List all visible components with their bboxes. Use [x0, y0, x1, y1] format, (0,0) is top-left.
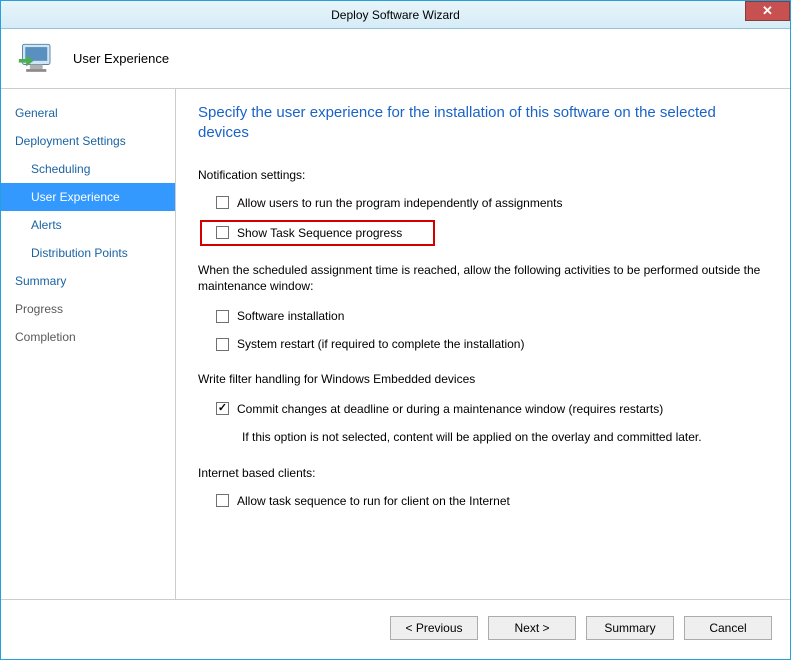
system-restart-checkbox[interactable]	[216, 338, 229, 351]
close-icon: ✕	[762, 3, 773, 19]
show-task-sequence-checkbox[interactable]	[216, 226, 229, 239]
write-filter-label: Write filter handling for Windows Embedd…	[198, 371, 768, 388]
sidebar-item-alerts[interactable]: Alerts	[1, 211, 175, 239]
cancel-button[interactable]: Cancel	[684, 616, 772, 640]
page-title: User Experience	[73, 51, 169, 66]
allow-users-checkbox[interactable]	[216, 196, 229, 209]
allow-internet-label: Allow task sequence to run for client on…	[237, 494, 510, 508]
window-title: Deploy Software Wizard	[1, 8, 790, 22]
summary-button[interactable]: Summary	[586, 616, 674, 640]
content-heading: Specify the user experience for the inst…	[198, 103, 768, 144]
show-task-sequence-label: Show Task Sequence progress	[237, 226, 402, 240]
sidebar-item-progress: Progress	[1, 295, 175, 323]
notification-settings-label: Notification settings:	[198, 168, 768, 182]
outside-maintenance-text: When the scheduled assignment time is re…	[198, 262, 768, 296]
commit-changes-note: If this option is not selected, content …	[198, 430, 768, 444]
internet-clients-label: Internet based clients:	[198, 466, 768, 480]
title-bar: Deploy Software Wizard ✕	[1, 1, 790, 29]
system-restart-label: System restart (if required to complete …	[237, 337, 524, 351]
sidebar-item-completion: Completion	[1, 323, 175, 351]
content-panel: Specify the user experience for the inst…	[176, 89, 790, 599]
deploy-icon	[17, 37, 61, 81]
wizard-sidebar: General Deployment Settings Scheduling U…	[1, 89, 176, 599]
show-task-sequence-highlight: Show Task Sequence progress	[200, 220, 435, 246]
sidebar-item-user-experience[interactable]: User Experience	[1, 183, 175, 211]
sidebar-item-summary[interactable]: Summary	[1, 267, 175, 295]
wizard-header: User Experience	[1, 29, 790, 89]
wizard-footer: < Previous Next > Summary Cancel	[1, 599, 790, 655]
commit-changes-label: Commit changes at deadline or during a m…	[237, 402, 663, 416]
previous-button[interactable]: < Previous	[390, 616, 478, 640]
commit-changes-checkbox[interactable]	[216, 402, 229, 415]
software-installation-checkbox[interactable]	[216, 310, 229, 323]
allow-internet-checkbox[interactable]	[216, 494, 229, 507]
sidebar-item-deployment-settings[interactable]: Deployment Settings	[1, 127, 175, 155]
software-installation-label: Software installation	[237, 309, 344, 323]
close-button[interactable]: ✕	[745, 1, 790, 21]
sidebar-item-distribution-points[interactable]: Distribution Points	[1, 239, 175, 267]
sidebar-item-general[interactable]: General	[1, 99, 175, 127]
next-button[interactable]: Next >	[488, 616, 576, 640]
allow-users-label: Allow users to run the program independe…	[237, 196, 563, 210]
sidebar-item-scheduling[interactable]: Scheduling	[1, 155, 175, 183]
